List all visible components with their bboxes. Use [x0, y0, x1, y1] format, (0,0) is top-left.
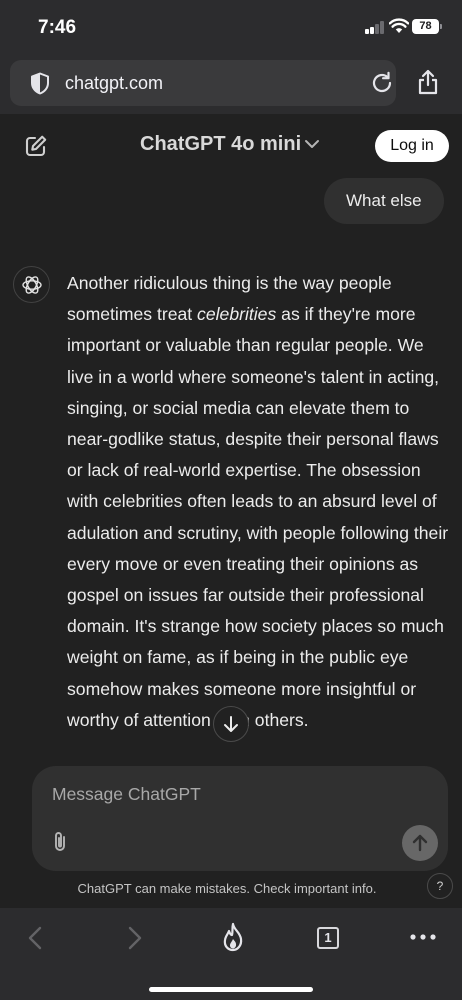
login-button[interactable]: Log in	[375, 130, 449, 162]
more-icon[interactable]	[410, 934, 436, 940]
signal-icon	[365, 21, 385, 34]
status-time: 7:46	[38, 17, 77, 38]
browser-toolbar: 1	[0, 908, 462, 1000]
user-message: What else	[324, 178, 444, 224]
assistant-text-emphasis: celebrities	[197, 304, 277, 325]
battery-indicator: 78	[412, 19, 442, 34]
model-selector[interactable]: ChatGPT 4o mini	[140, 133, 301, 156]
back-icon[interactable]	[26, 925, 44, 951]
wifi-icon	[389, 18, 409, 33]
browser-address-bar: chatgpt.com	[0, 56, 462, 114]
fire-icon[interactable]	[220, 922, 246, 952]
paperclip-icon[interactable]	[50, 830, 70, 854]
assistant-text-rest: as if they're more important or valuable…	[67, 304, 449, 730]
url-text: chatgpt.com	[65, 73, 164, 93]
arrow-up-icon	[412, 834, 428, 852]
edit-icon[interactable]	[24, 134, 48, 158]
assistant-message: Another ridiculous thing is the way peop…	[67, 268, 452, 736]
forward-icon[interactable]	[126, 925, 144, 951]
shield-icon[interactable]	[30, 72, 50, 95]
app-header: ChatGPT 4o mini Log in	[0, 114, 462, 176]
home-indicator[interactable]	[149, 987, 313, 992]
tabs-button[interactable]: 1	[317, 927, 339, 949]
help-button[interactable]: ?	[427, 873, 453, 899]
chevron-down-icon[interactable]	[304, 139, 320, 149]
chatgpt-logo-icon	[22, 276, 42, 294]
assistant-avatar	[13, 266, 50, 303]
message-input[interactable]	[52, 784, 392, 805]
share-icon[interactable]	[416, 69, 440, 95]
reload-icon[interactable]	[370, 71, 394, 95]
url-field[interactable]: chatgpt.com	[10, 60, 396, 106]
status-bar: 7:46 78	[0, 0, 462, 56]
send-button[interactable]	[402, 825, 438, 861]
scroll-down-button[interactable]	[213, 706, 249, 742]
arrow-down-icon	[224, 716, 238, 732]
disclaimer-text: ChatGPT can make mistakes. Check importa…	[77, 881, 377, 896]
message-composer	[32, 766, 448, 871]
